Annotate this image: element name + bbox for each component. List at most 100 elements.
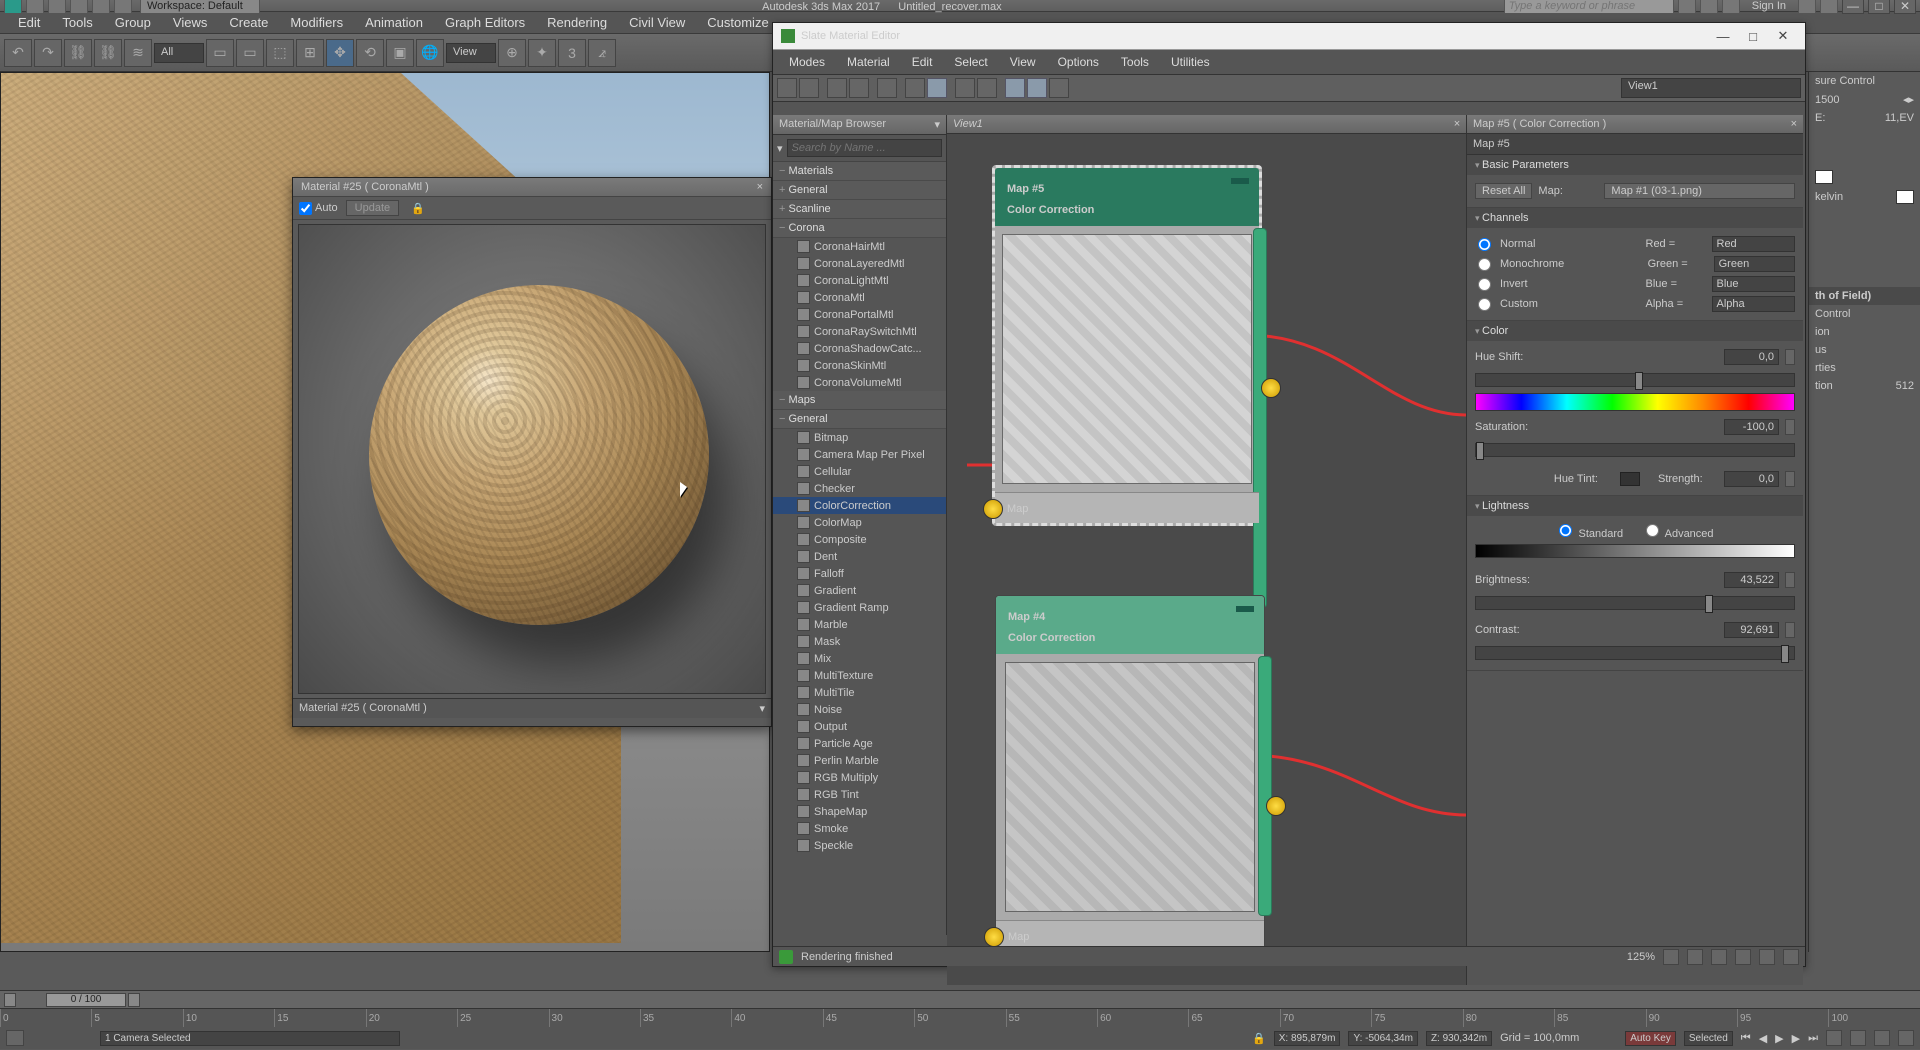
scale-button[interactable]: ▣ [386, 39, 414, 67]
browser-item-colorcorrection[interactable]: ColorCorrection [773, 497, 946, 514]
link-button[interactable]: ⛓ [64, 39, 92, 67]
redo-button[interactable]: ↷ [34, 39, 62, 67]
browser-item-composite[interactable]: Composite [773, 531, 946, 548]
alpha-select[interactable]: Alpha [1712, 296, 1796, 312]
bind-button[interactable]: ≋ [124, 39, 152, 67]
play-end-icon[interactable]: ⏭ [1808, 1032, 1818, 1045]
close-button[interactable]: ✕ [1894, 0, 1916, 14]
spinner-icon[interactable]: ◂▸ [1903, 93, 1914, 106]
view-dropdown[interactable]: View1 [1621, 78, 1801, 98]
signin-button[interactable]: Sign In [1744, 0, 1794, 12]
category-general[interactable]: General [773, 410, 946, 429]
browser-item-coronarayswitchmtl[interactable]: CoronaRaySwitchMtl [773, 323, 946, 340]
category-general[interactable]: General [773, 181, 946, 200]
browser-item-gradientramp[interactable]: Gradient Ramp [773, 599, 946, 616]
sat-slider[interactable] [1475, 443, 1795, 457]
filter-selector[interactable]: All [154, 43, 204, 63]
selected-button[interactable]: Selected [1684, 1031, 1733, 1046]
nav-icon[interactable] [1826, 1030, 1842, 1046]
delete-button[interactable] [827, 78, 847, 98]
menu-tools[interactable]: Tools [52, 12, 102, 33]
browser-item-bitmap[interactable]: Bitmap [773, 429, 946, 446]
autokey-button[interactable]: Auto Key [1625, 1031, 1676, 1046]
toggle3-icon[interactable] [1722, 0, 1740, 14]
browser-item-coronamtl[interactable]: CoronaMtl [773, 289, 946, 306]
help-search-input[interactable] [1504, 0, 1674, 14]
close-icon[interactable]: × [757, 181, 763, 193]
category-materials[interactable]: Materials [773, 162, 946, 181]
show-map-button[interactable] [905, 78, 925, 98]
browser-item-coronahairmtl[interactable]: CoronaHairMtl [773, 238, 946, 255]
sat-value[interactable]: -100,0 [1724, 419, 1779, 435]
slate-menu-options[interactable]: Options [1048, 53, 1109, 71]
spinner-icon[interactable] [1785, 572, 1795, 588]
slate-menu-modes[interactable]: Modes [779, 53, 835, 71]
output-slot[interactable] [1253, 228, 1267, 608]
map-button[interactable]: Map #1 (03-1.png) [1604, 183, 1795, 199]
browser-item-multitexture[interactable]: MultiTexture [773, 667, 946, 684]
parameter-editor[interactable]: Map #5 ( Color Correction )× Map #5 Basi… [1467, 115, 1803, 985]
grid-button[interactable] [1005, 78, 1025, 98]
browser-item-colormap[interactable]: ColorMap [773, 514, 946, 531]
select-name-button[interactable]: ▭ [236, 39, 264, 67]
mateditor-button[interactable] [1049, 78, 1069, 98]
assign-button[interactable] [877, 78, 897, 98]
layout-button[interactable] [955, 78, 975, 98]
options-icon[interactable]: ▾ [934, 118, 940, 131]
move-button[interactable]: ✥ [326, 39, 354, 67]
contrast-value[interactable]: 92,691 [1724, 622, 1779, 638]
zoom-extents-icon[interactable] [1711, 949, 1727, 965]
mono-radio[interactable] [1478, 258, 1491, 271]
swatch[interactable] [1815, 170, 1833, 184]
color-rollout[interactable]: Color [1467, 321, 1803, 341]
browser-item-rgbmultiply[interactable]: RGB Multiply [773, 769, 946, 786]
slate-menu-edit[interactable]: Edit [902, 53, 943, 71]
browser-item-perlinmarble[interactable]: Perlin Marble [773, 752, 946, 769]
undo-button[interactable]: ↶ [4, 39, 32, 67]
spinner-icon[interactable] [1785, 471, 1795, 487]
reset-all-button[interactable]: Reset All [1475, 183, 1532, 199]
custom-radio[interactable] [1478, 298, 1491, 311]
input-connector[interactable] [983, 499, 1003, 519]
spinner-icon[interactable] [1785, 622, 1795, 638]
minimize-button[interactable]: — [1709, 27, 1737, 45]
invert-radio[interactable] [1478, 278, 1491, 291]
nav-icon[interactable] [1850, 1030, 1866, 1046]
dropdown-icon[interactable]: ▾ [759, 702, 765, 715]
coord-y[interactable]: Y: -5064,34m [1348, 1031, 1417, 1046]
browser-item-coronalayeredmtl[interactable]: CoronaLayeredMtl [773, 255, 946, 272]
browser-item-coronashadowcatc[interactable]: CoronaShadowCatc... [773, 340, 946, 357]
time-next-button[interactable] [128, 993, 140, 1007]
menu-views[interactable]: Views [163, 12, 217, 33]
node-map4[interactable]: Map #4 Color Correction Map [995, 595, 1265, 952]
center-button[interactable]: ⊕ [498, 39, 526, 67]
slate-menu-tools[interactable]: Tools [1111, 53, 1159, 71]
browser-item-dent[interactable]: Dent [773, 548, 946, 565]
advanced-radio[interactable]: Advanced [1643, 524, 1713, 540]
collapse-icon[interactable]: ▾ [777, 142, 783, 155]
browser-item-output[interactable]: Output [773, 718, 946, 735]
menu-civil-view[interactable]: Civil View [619, 12, 695, 33]
dof-rollout[interactable]: th of Field) [1815, 290, 1871, 302]
channels-rollout[interactable]: Channels [1467, 208, 1803, 228]
browser-item-speckle[interactable]: Speckle [773, 837, 946, 854]
coord-z[interactable]: Z: 930,342m [1426, 1031, 1492, 1046]
menu-graph-editors[interactable]: Graph Editors [435, 12, 535, 33]
browser-item-cellular[interactable]: Cellular [773, 463, 946, 480]
red-select[interactable]: Red [1712, 236, 1796, 252]
browser-item-falloff[interactable]: Falloff [773, 565, 946, 582]
nav-icon[interactable] [1898, 1030, 1914, 1046]
select-button[interactable]: ▭ [206, 39, 234, 67]
minimize-icon[interactable] [1231, 178, 1249, 184]
slate-menu-material[interactable]: Material [837, 53, 900, 71]
browser-item-cameramapperpixel[interactable]: Camera Map Per Pixel [773, 446, 946, 463]
browser-search-input[interactable] [787, 139, 942, 157]
nav-icon[interactable] [1759, 949, 1775, 965]
input-connector[interactable] [984, 927, 1004, 947]
node-map5[interactable]: Map #5 Color Correction Map [992, 165, 1262, 526]
lock-icon[interactable]: 🔒 [1252, 1032, 1266, 1045]
menu-customize[interactable]: Customize [697, 12, 778, 33]
toggle1-icon[interactable] [1678, 0, 1696, 14]
green-select[interactable]: Green [1714, 256, 1795, 272]
brightness-slider[interactable] [1475, 596, 1795, 610]
